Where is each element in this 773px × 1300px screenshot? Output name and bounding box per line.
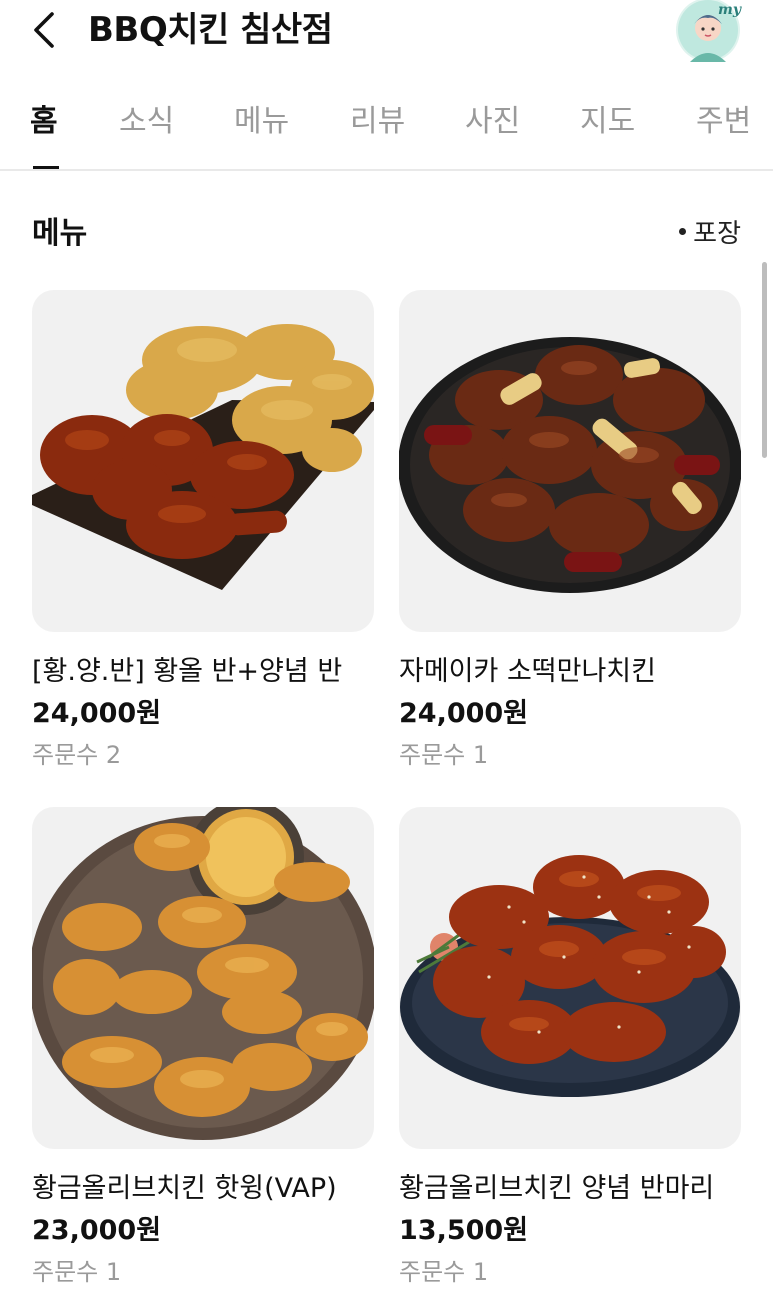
tab-photos[interactable]: 사진 [465, 96, 520, 148]
top-bar: BBQ치킨 침산점 my [0, 0, 773, 62]
menu-item-name: 황금올리브치킨 양념 반마리 [399, 1173, 715, 1204]
menu-item-orders: 주문수 2 [32, 741, 122, 769]
menu-item-orders: 주문수 1 [399, 1258, 489, 1286]
tab-reviews[interactable]: 리뷰 [350, 96, 405, 148]
tabs-divider [0, 169, 773, 171]
chicken-photo-icon [32, 807, 374, 1140]
chicken-photo-icon [400, 855, 740, 1097]
menu-card[interactable]: 황금올리브치킨 핫윙(VAP) 23,000원 주문수 1 [32, 807, 374, 1291]
menu-image-sauced-half-chicken[interactable] [399, 807, 741, 1149]
menu-card[interactable]: [황.양.반] 황올 반+양념 반 24,000원 주문수 2 [32, 290, 374, 774]
menu-image-half-half-chicken[interactable] [32, 290, 374, 632]
avatar-my-text: my [718, 2, 742, 18]
menu-card[interactable]: 자메이카 소떡만나치킨 24,000원 주문수 1 [399, 290, 741, 774]
tab-nearby[interactable]: 주변 [696, 96, 751, 148]
menu-card[interactable]: 황금올리브치킨 양념 반마리 13,500원 주문수 1 [399, 807, 741, 1291]
menu-item-price: 13,500원 [399, 1215, 529, 1246]
menu-item-name: 자메이카 소떡만나치킨 [399, 656, 656, 687]
menu-item-price: 24,000원 [32, 698, 162, 729]
tab-menu[interactable]: 메뉴 [234, 96, 289, 148]
chicken-photo-icon [32, 324, 374, 590]
menu-image-hot-wings[interactable] [32, 807, 374, 1149]
chicken-photo-icon [399, 337, 741, 593]
tab-map[interactable]: 지도 [580, 96, 635, 148]
bullet-icon [679, 228, 687, 235]
profile-avatar[interactable]: my [674, 0, 744, 64]
tab-home[interactable]: 홈 [30, 96, 58, 148]
page-title: BBQ치킨 침산점 [88, 10, 333, 50]
menu-section-title: 메뉴 [32, 216, 88, 251]
menu-item-price: 23,000원 [32, 1215, 162, 1246]
menu-item-price: 24,000원 [399, 698, 529, 729]
menu-item-name: [황.양.반] 황올 반+양념 반 [32, 656, 343, 687]
tab-news[interactable]: 소식 [119, 96, 174, 148]
scrollbar[interactable] [762, 262, 767, 458]
tab-bar: 홈 소식 메뉴 리뷰 사진 지도 주변 [0, 96, 773, 170]
takeout-label: 포장 [693, 219, 741, 249]
takeout-filter[interactable]: 포장 [679, 214, 741, 254]
menu-image-jamaica-chicken[interactable] [399, 290, 741, 632]
back-arrow-icon[interactable] [26, 10, 66, 50]
menu-item-orders: 주문수 1 [32, 1258, 122, 1286]
menu-item-name: 황금올리브치킨 핫윙(VAP) [32, 1173, 337, 1204]
menu-item-orders: 주문수 1 [399, 741, 489, 769]
